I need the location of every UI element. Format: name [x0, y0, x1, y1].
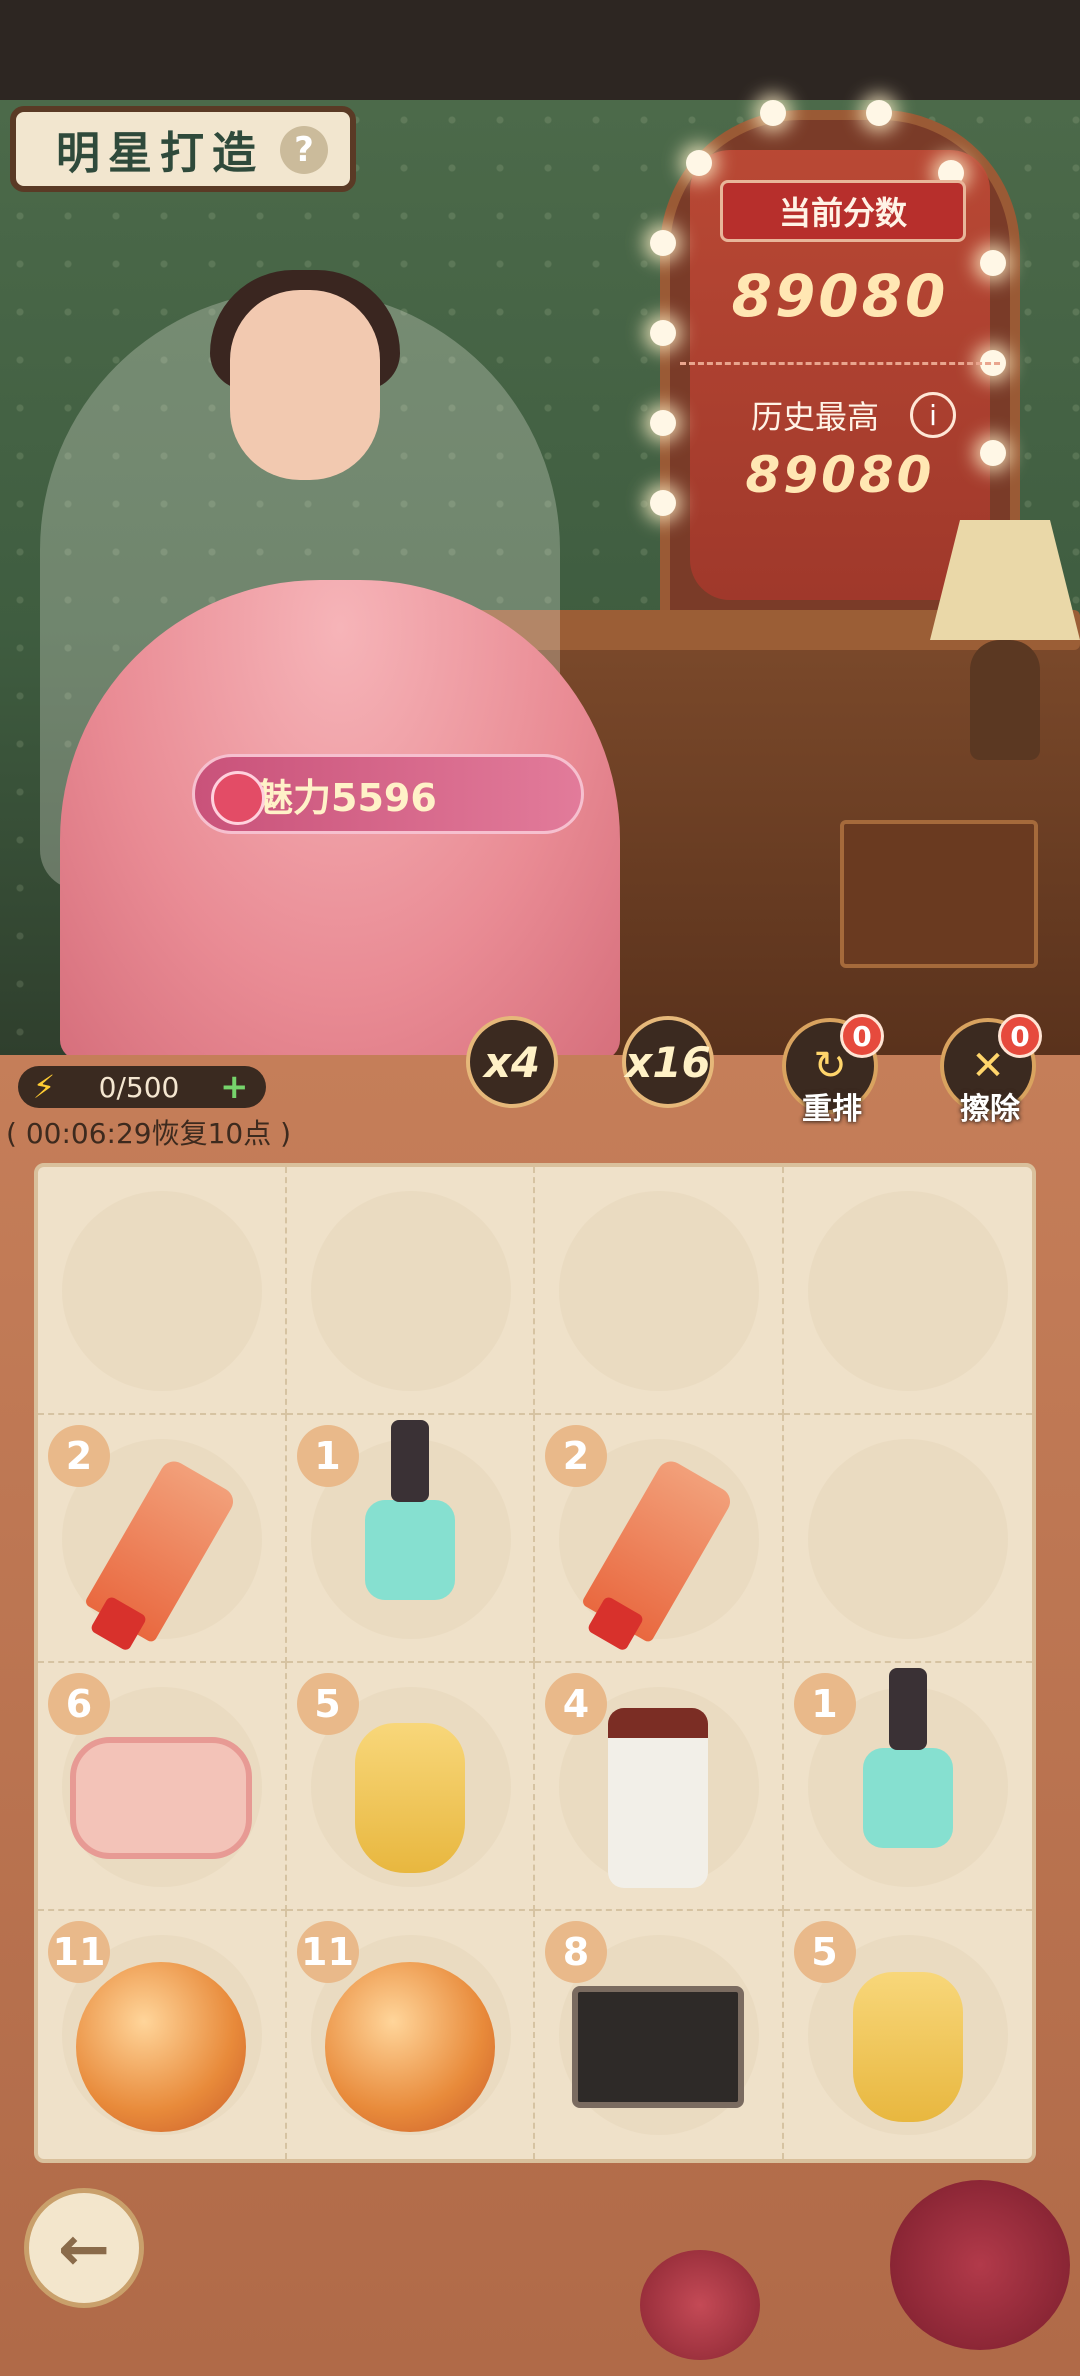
erase-button[interactable]: ✕ 擦除 0 — [940, 1014, 1044, 1127]
multiplier-x4-button[interactable]: x4 — [466, 1016, 558, 1108]
charm-value: 魅力5596 — [255, 775, 437, 820]
cell-slot — [559, 1191, 759, 1391]
board-cell[interactable] — [783, 1415, 1032, 1663]
lightning-icon: ⚡ — [32, 1068, 56, 1106]
board-cell[interactable] — [783, 1167, 1032, 1415]
desk-drawer — [840, 820, 1038, 968]
board-cell[interactable]: 5 — [784, 1911, 1033, 2159]
nail-polish-icon[interactable] — [364, 1420, 455, 1601]
page-title: 明星打造 — [56, 128, 264, 179]
hair-oil-bottle-icon[interactable] — [354, 1723, 465, 1874]
current-score-label: 当前分数 — [720, 180, 966, 242]
mirror-bulb — [650, 230, 676, 256]
cell-slot — [62, 1191, 262, 1391]
board-cell[interactable]: 11 — [287, 1911, 535, 2159]
cell-slot — [310, 1191, 511, 1391]
item-level-badge: 2 — [48, 1425, 110, 1487]
help-icon[interactable]: ? — [280, 126, 328, 174]
rose-decoration — [640, 2250, 760, 2360]
rose-decoration — [890, 2180, 1070, 2350]
item-level-badge: 5 — [793, 1921, 856, 1983]
board-cell[interactable]: 8 — [535, 1911, 784, 2159]
item-level-badge: 4 — [545, 1673, 607, 1735]
powder-compact-icon[interactable] — [70, 1737, 253, 1860]
nail-polish-icon[interactable] — [862, 1668, 953, 1849]
item-level-badge: 1 — [296, 1425, 359, 1487]
multiplier-x16-button[interactable]: x16 — [622, 1016, 714, 1108]
shuffle-count-badge: 0 — [840, 1014, 884, 1058]
status-bar — [0, 0, 1080, 100]
perfume-bottle-icon[interactable] — [76, 1962, 247, 2133]
cell-slot — [807, 1191, 1008, 1391]
item-level-badge: 11 — [296, 1921, 359, 1983]
character-face — [230, 290, 380, 480]
item-level-badge: 11 — [48, 1921, 110, 1983]
bride-character — [40, 250, 620, 1060]
shuffle-button[interactable]: ↻ 重排 0 — [782, 1014, 886, 1127]
cream-jar-icon[interactable] — [608, 1708, 709, 1889]
board-cell[interactable]: 1 — [783, 1663, 1032, 1911]
eyeshadow-palette-icon[interactable] — [572, 1986, 745, 2109]
board-cell[interactable]: 6 — [38, 1663, 287, 1911]
board-cell[interactable]: 2 — [535, 1415, 784, 1663]
mirror-bulb — [650, 410, 676, 436]
energy-value: 0/500 — [98, 1070, 180, 1104]
hair-oil-bottle-icon[interactable] — [852, 1972, 963, 2123]
info-icon[interactable]: i — [910, 392, 956, 438]
shuffle-label: 重排 — [802, 1092, 862, 1127]
board-cell[interactable] — [286, 1167, 535, 1415]
energy-recover-timer: ( 00:06:29恢复10点 ) — [6, 1117, 292, 1150]
mirror-bulb — [650, 490, 676, 516]
score-divider — [680, 362, 1000, 365]
back-arrow-icon[interactable]: ← — [24, 2188, 144, 2308]
charm-badge: 魅力5596 — [192, 754, 584, 834]
mirror-bulb — [760, 100, 786, 126]
merge-board: 2 1 2 6 5 4 1 11 11 8 5 — [34, 1163, 1036, 2163]
best-score-label: 历史最高 — [750, 398, 879, 436]
best-score-value: 89080 — [745, 446, 935, 504]
energy-bar: ⚡ 0/500 + — [18, 1066, 266, 1108]
board-cell[interactable]: 4 — [535, 1663, 784, 1911]
item-level-badge: 1 — [793, 1673, 856, 1735]
title-plaque: 明星打造 ? — [10, 106, 356, 192]
mirror-bulb — [650, 320, 676, 346]
board-cell[interactable] — [38, 1167, 287, 1415]
cell-slot — [807, 1439, 1008, 1639]
perfume-bottle-icon[interactable] — [324, 1962, 495, 2133]
erase-label: 擦除 — [960, 1092, 1020, 1127]
item-level-badge: 5 — [296, 1673, 359, 1735]
lamp-base — [970, 640, 1040, 760]
board-cell[interactable]: 1 — [286, 1415, 535, 1663]
item-level-badge: 2 — [545, 1425, 607, 1487]
board-cell[interactable]: 2 — [38, 1415, 287, 1663]
mirror-bulb — [686, 150, 712, 176]
current-score-value: 89080 — [731, 262, 949, 330]
item-level-badge: 8 — [545, 1921, 607, 1983]
add-energy-icon[interactable]: + — [220, 1067, 249, 1107]
board-cell[interactable]: 5 — [286, 1663, 535, 1911]
item-level-badge: 6 — [48, 1673, 110, 1735]
board-cell[interactable]: 11 — [38, 1911, 287, 2159]
erase-count-badge: 0 — [998, 1014, 1042, 1058]
rose-icon — [211, 771, 265, 825]
mirror-bulb — [866, 100, 892, 126]
board-cell[interactable] — [535, 1167, 784, 1415]
